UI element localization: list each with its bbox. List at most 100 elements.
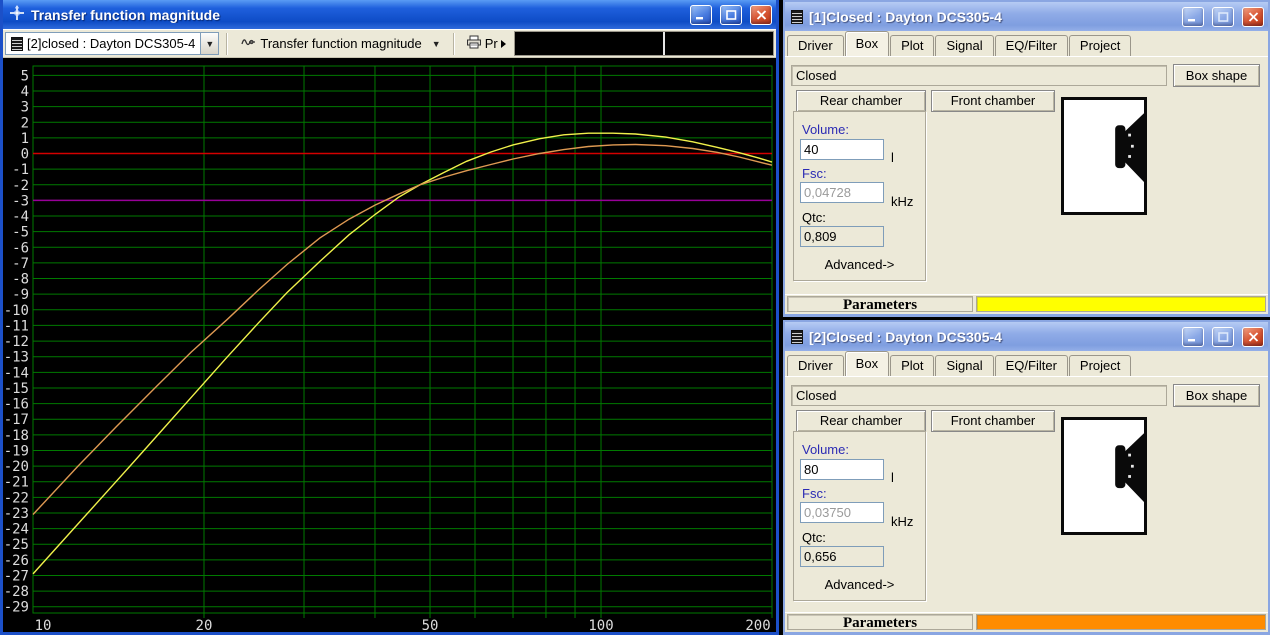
maximize-button[interactable] xyxy=(720,5,742,25)
close-button[interactable] xyxy=(1242,327,1264,347)
fsc-label: Fsc: xyxy=(802,486,827,501)
window1-box-tab-content: Closed Box shape Rear chamber Front cham… xyxy=(785,57,1268,294)
driver-side-view xyxy=(1115,433,1144,502)
svg-text:-28: -28 xyxy=(4,584,29,600)
window2-statusbar: Parameters xyxy=(785,612,1268,632)
readout-display-2 xyxy=(665,32,773,55)
svg-text:-11: -11 xyxy=(4,318,29,334)
tab-eq-filter[interactable]: EQ/Filter xyxy=(995,355,1068,376)
tab-project[interactable]: Project xyxy=(1069,35,1131,56)
fsc-input[interactable] xyxy=(800,182,884,203)
qtc-field[interactable] xyxy=(800,226,884,247)
svg-text:-1: -1 xyxy=(12,162,29,178)
svg-text:-27: -27 xyxy=(4,568,29,584)
svg-text:50: 50 xyxy=(422,618,439,632)
maximize-button[interactable] xyxy=(1212,327,1234,347)
box-shape-button[interactable]: Box shape xyxy=(1173,64,1260,87)
qtc-field[interactable] xyxy=(800,546,884,567)
plot-toolbar: [2]closed : Dayton DCS305-4 ▼ Transfer f… xyxy=(3,29,776,58)
close-button[interactable] xyxy=(1242,7,1264,27)
print-button-label: Pr xyxy=(485,36,498,51)
box-type-field[interactable]: Closed xyxy=(791,65,1167,86)
volume-label: Volume: xyxy=(802,122,849,137)
tab-plot[interactable]: Plot xyxy=(890,355,934,376)
front-chamber-tab[interactable]: Front chamber xyxy=(931,410,1055,432)
svg-text:2: 2 xyxy=(21,115,29,131)
tab-signal[interactable]: Signal xyxy=(935,355,993,376)
minimize-button[interactable] xyxy=(1182,7,1204,27)
box-shape-preview xyxy=(1061,417,1147,535)
advanced-link[interactable]: Advanced-> xyxy=(794,257,925,272)
svg-text:-13: -13 xyxy=(4,350,29,366)
tab-box[interactable]: Box xyxy=(845,351,889,376)
tab-driver[interactable]: Driver xyxy=(787,355,844,376)
svg-text:5: 5 xyxy=(21,68,29,84)
volume-unit: l xyxy=(891,470,894,485)
volume-input[interactable] xyxy=(800,459,884,480)
fsc-unit: kHz xyxy=(891,194,913,209)
svg-text:-3: -3 xyxy=(12,193,29,209)
project-color-bar xyxy=(976,296,1266,312)
project-color-bar xyxy=(976,614,1266,630)
window1-title: [1]Closed : Dayton DCS305-4 xyxy=(809,9,1174,25)
volume-unit: l xyxy=(891,150,894,165)
svg-text:200: 200 xyxy=(745,618,770,632)
fsc-label: Fsc: xyxy=(802,166,827,181)
project-icon xyxy=(11,37,23,51)
plot-window-titlebar[interactable]: Transfer function magnitude xyxy=(3,0,776,29)
box-type-field[interactable]: Closed xyxy=(791,385,1167,406)
maximize-button[interactable] xyxy=(1212,7,1234,27)
svg-text:-17: -17 xyxy=(4,412,29,428)
tab-plot[interactable]: Plot xyxy=(890,35,934,56)
tab-signal[interactable]: Signal xyxy=(935,35,993,56)
driver-side-view xyxy=(1115,113,1144,182)
svg-text:0: 0 xyxy=(21,147,29,163)
rear-chamber-tab[interactable]: Rear chamber xyxy=(796,90,926,112)
tab-box[interactable]: Box xyxy=(845,31,889,56)
svg-text:-9: -9 xyxy=(12,287,29,303)
transfer-function-chart: -29-28-27-26-25-24-23-22-21-20-19-18-17-… xyxy=(3,58,776,632)
fsc-input[interactable] xyxy=(800,502,884,523)
svg-text:-22: -22 xyxy=(4,490,29,506)
tab-driver[interactable]: Driver xyxy=(787,35,844,56)
svg-text:-7: -7 xyxy=(12,256,29,272)
close-button[interactable] xyxy=(750,5,772,25)
window2-titlebar[interactable]: [2]Closed : Dayton DCS305-4 xyxy=(785,322,1268,351)
toolbar-separator xyxy=(453,33,455,55)
window2-title: [2]Closed : Dayton DCS305-4 xyxy=(809,329,1174,345)
advanced-link[interactable]: Advanced-> xyxy=(794,577,925,592)
svg-text:-25: -25 xyxy=(4,537,29,553)
project-icon xyxy=(791,330,803,344)
svg-text:-29: -29 xyxy=(4,600,29,616)
print-button[interactable]: Pr xyxy=(462,32,510,55)
chamber-parameters-panel: Volume: l Fsc: kHz Qtc: Advanced-> xyxy=(793,111,926,281)
project-selector-combo[interactable]: [2]closed : Dayton DCS305-4 ▼ xyxy=(5,32,219,55)
svg-text:-5: -5 xyxy=(12,225,29,241)
box-shape-preview xyxy=(1061,97,1147,215)
tab-project[interactable]: Project xyxy=(1069,355,1131,376)
box-shape-button[interactable]: Box shape xyxy=(1173,384,1260,407)
volume-input[interactable] xyxy=(800,139,884,160)
svg-text:1: 1 xyxy=(21,131,29,147)
submenu-arrow-icon xyxy=(501,40,506,48)
minimize-button[interactable] xyxy=(690,5,712,25)
svg-text:-12: -12 xyxy=(4,334,29,350)
plot-window: Transfer function magnitude [2]closed : … xyxy=(0,0,779,635)
rear-chamber-tab[interactable]: Rear chamber xyxy=(796,410,926,432)
svg-text:-15: -15 xyxy=(4,381,29,397)
window1-titlebar[interactable]: [1]Closed : Dayton DCS305-4 xyxy=(785,2,1268,31)
minimize-button[interactable] xyxy=(1182,327,1204,347)
graph-type-combo[interactable]: Transfer function magnitude ▼ xyxy=(235,32,445,55)
chevron-down-icon[interactable]: ▼ xyxy=(201,32,219,55)
front-chamber-tab[interactable]: Front chamber xyxy=(931,90,1055,112)
chamber-parameters-panel: Volume: l Fsc: kHz Qtc: Advanced-> xyxy=(793,431,926,601)
svg-text:20: 20 xyxy=(196,618,213,632)
svg-text:-20: -20 xyxy=(4,459,29,475)
chevron-down-icon[interactable]: ▼ xyxy=(428,32,446,55)
svg-text:-21: -21 xyxy=(4,475,29,491)
svg-text:10: 10 xyxy=(35,618,52,632)
tab-eq-filter[interactable]: EQ/Filter xyxy=(995,35,1068,56)
svg-text:-6: -6 xyxy=(12,240,29,256)
qtc-label: Qtc: xyxy=(802,210,826,225)
fsc-unit: kHz xyxy=(891,514,913,529)
